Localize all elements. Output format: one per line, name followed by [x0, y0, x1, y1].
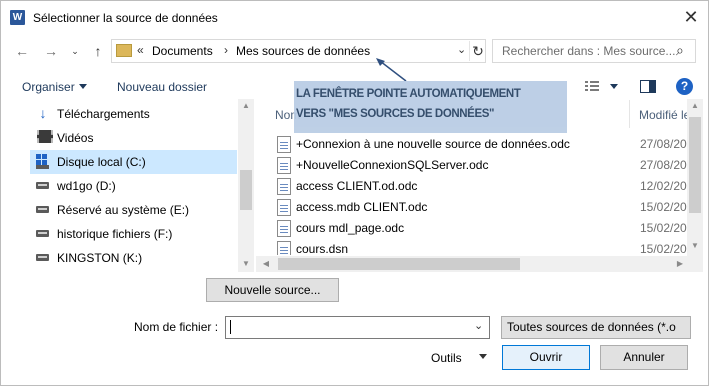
sidebar-scrollbar[interactable]: ▲ ▼ [238, 99, 254, 272]
sidebar-item-wd1go[interactable]: wd1go (D:) [30, 174, 237, 198]
file-name: access.mdb CLIENT.odc [296, 200, 428, 214]
file-name: +Connexion à une nouvelle source de donn… [296, 137, 570, 151]
refresh-button[interactable]: ↻ [469, 41, 486, 61]
system-drive-icon [36, 154, 49, 169]
odc-file-icon [277, 178, 291, 195]
sidebar-item-label: wd1go (D:) [57, 179, 116, 193]
back-button[interactable]: ← [13, 42, 31, 60]
recent-locations-chevron-icon[interactable]: ⌄ [66, 42, 84, 60]
column-divider[interactable] [629, 100, 630, 128]
sidebar-item-kingston[interactable]: KINGSTON (K:) [30, 246, 237, 270]
annotation-text: LA FENÊTRE POINTE AUTOMATIQUEMENT VERS "… [296, 88, 521, 120]
file-row[interactable]: access.mdb CLIENT.odc [275, 197, 630, 218]
new-folder-button[interactable]: Nouveau dossier [117, 80, 207, 94]
file-row[interactable]: cours mdl_page.odc [275, 218, 630, 239]
odc-file-icon [277, 199, 291, 216]
sidebar-item-historique-fichiers[interactable]: historique fichiers (F:) [30, 222, 237, 246]
drive-icon [36, 206, 49, 213]
breadcrumb-mes-sources[interactable]: Mes sources de données [236, 44, 370, 58]
file-row[interactable]: cours.dsn [275, 239, 630, 255]
file-row[interactable]: +NouvelleConnexionSQLServer.odc [275, 155, 630, 176]
filetype-value: Toutes sources de données (*.o [507, 320, 676, 334]
text-caret [230, 320, 231, 334]
sidebar-item-label: Réservé au système (E:) [57, 203, 190, 217]
dialog-title: Sélectionner la source de données [33, 11, 218, 25]
tools-button[interactable]: Outils [431, 351, 462, 365]
search-icon[interactable]: ⌕ [676, 42, 684, 59]
odc-file-icon [277, 157, 291, 174]
view-options-icon[interactable] [585, 80, 599, 92]
sidebar-item-disque-local[interactable]: Disque local (C:) [30, 150, 237, 174]
file-date: 27/08/2016 [640, 158, 688, 172]
filename-chevron-down-icon[interactable]: ⌄ [474, 319, 483, 332]
file-row[interactable]: +Connexion à une nouvelle source de donn… [275, 134, 630, 155]
file-name: cours.dsn [296, 242, 349, 255]
file-date: 15/02/2016 [640, 221, 688, 235]
file-list-vertical-scrollbar[interactable]: ▲ ▼ [687, 99, 703, 272]
drive-icon [36, 254, 49, 261]
search-input[interactable]: Rechercher dans : Mes source... [502, 44, 675, 58]
scroll-left-arrow-icon[interactable]: ◀ [258, 259, 274, 268]
sidebar-item-videos[interactable]: Vidéos [30, 126, 237, 150]
preview-pane-icon[interactable] [640, 80, 656, 93]
open-button[interactable]: Ouvrir [502, 345, 590, 370]
address-dropdown-icon[interactable]: ⌄ [457, 43, 466, 56]
folder-icon [116, 44, 132, 57]
search-box[interactable]: Rechercher dans : Mes source... ⌕ [492, 39, 696, 63]
sidebar-item-label: Disque local (C:) [57, 155, 146, 169]
scroll-up-arrow-icon[interactable]: ▲ [238, 101, 254, 110]
scrollbar-thumb[interactable] [240, 170, 252, 210]
address-bar[interactable]: « Documents › Mes sources de données ⌄ ↻ [111, 39, 486, 63]
navigation-pane: ↓ Téléchargements Vidéos Disque local (C… [0, 99, 238, 272]
view-chevron-down-icon[interactable] [610, 84, 618, 89]
filetype-select[interactable]: Toutes sources de données (*.o [501, 316, 691, 339]
file-date: 15/02/2016 [640, 242, 688, 256]
drive-icon [36, 182, 49, 189]
sidebar-item-label: Téléchargements [57, 107, 150, 121]
scrollbar-thumb[interactable] [278, 258, 520, 270]
file-date: 12/02/2016 [640, 179, 688, 193]
file-date: 15/02/2016 [640, 200, 688, 214]
drive-icon [36, 230, 49, 237]
sidebar-item-reserve-systeme[interactable]: Réservé au système (E:) [30, 198, 237, 222]
sidebar-item-telechargements[interactable]: ↓ Téléchargements [30, 102, 237, 126]
help-icon[interactable]: ? [676, 78, 693, 95]
file-date: 27/08/2016 [640, 137, 688, 151]
tools-chevron-down-icon[interactable] [479, 354, 487, 359]
close-button[interactable]: ✕ [680, 6, 702, 28]
scrollbar-thumb[interactable] [689, 117, 701, 213]
word-app-icon: W [10, 10, 25, 25]
scroll-right-arrow-icon[interactable]: ▶ [672, 259, 688, 268]
file-row[interactable]: access CLIENT.od.odc [275, 176, 630, 197]
dsn-file-icon [277, 241, 291, 255]
file-name: +NouvelleConnexionSQLServer.odc [296, 158, 489, 172]
sidebar-item-label: Vidéos [57, 131, 94, 145]
breadcrumb-documents[interactable]: Documents [152, 44, 213, 58]
filename-label: Nom de fichier : [134, 320, 219, 334]
scroll-up-arrow-icon[interactable]: ▲ [687, 101, 703, 110]
column-header-modified[interactable]: Modifié le [639, 108, 687, 122]
organize-button[interactable]: Organiser [22, 80, 75, 94]
sidebar-item-label: KINGSTON (K:) [57, 251, 143, 265]
address-overflow-icon[interactable]: « [137, 43, 144, 57]
video-icon [37, 130, 53, 143]
breadcrumb-separator-icon[interactable]: › [224, 43, 228, 57]
scroll-down-arrow-icon[interactable]: ▼ [238, 259, 254, 268]
forward-button[interactable]: → [42, 42, 60, 60]
odc-file-icon [277, 220, 291, 237]
new-source-button[interactable]: Nouvelle source... [206, 278, 339, 302]
annotation-callout: LA FENÊTRE POINTE AUTOMATIQUEMENT VERS "… [294, 81, 567, 133]
file-list-horizontal-scrollbar[interactable]: ◀ ▶ [256, 256, 687, 272]
sidebar-item-label: historique fichiers (F:) [57, 227, 173, 241]
odc-file-icon [277, 136, 291, 153]
cancel-button[interactable]: Annuler [600, 345, 688, 370]
filename-input[interactable]: ⌄ [225, 316, 490, 339]
download-icon: ↓ [39, 105, 47, 121]
scroll-down-arrow-icon[interactable]: ▼ [687, 241, 703, 250]
file-name: access CLIENT.od.odc [296, 179, 418, 193]
up-button[interactable]: ↑ [89, 42, 107, 60]
file-name: cours mdl_page.odc [296, 221, 405, 235]
organize-chevron-down-icon[interactable] [79, 84, 87, 89]
